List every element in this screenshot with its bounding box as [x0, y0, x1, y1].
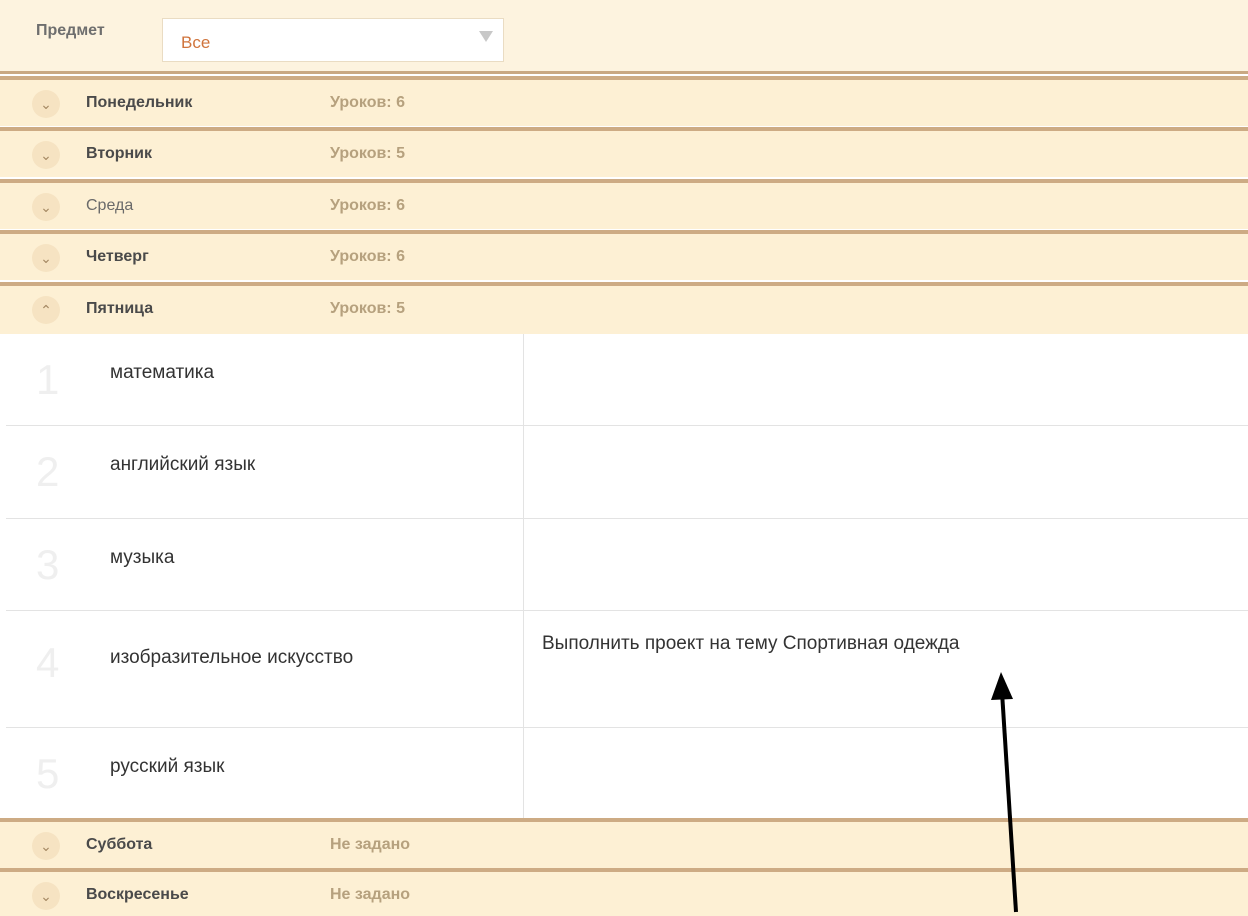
day-name: Воскресенье: [86, 886, 189, 903]
lesson-number: 3: [36, 541, 60, 588]
day-name: Среда: [86, 197, 134, 214]
lesson-count: Не задано: [330, 836, 411, 853]
lesson-number: 1: [36, 356, 60, 403]
chevron-down-icon: ⌄: [32, 90, 60, 118]
chevron-down-icon: ⌄: [32, 882, 60, 910]
subject-filter-label: Предмет: [36, 22, 105, 39]
lesson-count: Уроков: 5: [330, 300, 405, 317]
lesson-subject: изобразительное искусство: [110, 647, 354, 668]
friday-lessons-table: 1 математика 2 английский язык 3 музыка …: [6, 334, 1248, 820]
day-row-tuesday[interactable]: ⌄ Вторник Уроков: 5: [0, 127, 1248, 177]
column-divider: [523, 426, 524, 518]
lesson-number: 4: [36, 639, 60, 686]
chevron-up-icon: ⌃: [32, 296, 60, 324]
lesson-subject: русский язык: [110, 756, 225, 777]
column-divider: [523, 611, 524, 727]
lesson-count: Уроков: 5: [330, 145, 405, 162]
lesson-count: Не задано: [330, 886, 411, 903]
lesson-number: 5: [36, 750, 60, 797]
day-name: Четверг: [86, 248, 149, 265]
lesson-row: 4 изобразительное искусство Выполнить пр…: [6, 611, 1248, 728]
lesson-subject: музыка: [110, 547, 175, 568]
day-row-sunday[interactable]: ⌄ Воскресенье Не задано: [0, 868, 1248, 916]
lesson-count: Уроков: 6: [330, 94, 405, 111]
lesson-number: 2: [36, 448, 60, 495]
day-row-saturday[interactable]: ⌄ Суббота Не задано: [0, 818, 1248, 868]
lesson-count: Уроков: 6: [330, 248, 405, 265]
day-name: Пятница: [86, 300, 154, 317]
day-row-monday[interactable]: ⌄ Понедельник Уроков: 6: [0, 76, 1248, 126]
subject-filter-bar: Предмет Все: [0, 0, 1248, 74]
day-name: Понедельник: [86, 94, 193, 111]
lesson-row: 1 математика: [6, 334, 1248, 426]
lesson-subject: математика: [110, 362, 215, 383]
lesson-row: 2 английский язык: [6, 426, 1248, 519]
chevron-down-icon: ⌄: [32, 832, 60, 860]
day-row-thursday[interactable]: ⌄ Четверг Уроков: 6: [0, 230, 1248, 280]
column-divider: [523, 334, 524, 425]
day-name: Вторник: [86, 145, 153, 162]
day-name: Суббота: [86, 836, 153, 853]
column-divider: [523, 728, 524, 820]
lesson-subject: английский язык: [110, 454, 256, 475]
chevron-down-icon: ⌄: [32, 141, 60, 169]
day-row-wednesday[interactable]: ⌄ Среда Уроков: 6: [0, 179, 1248, 229]
lesson-row: 5 русский язык: [6, 728, 1248, 820]
lesson-row: 3 музыка: [6, 519, 1248, 611]
lesson-count: Уроков: 6: [330, 197, 405, 214]
subject-select[interactable]: Все: [162, 18, 504, 62]
dropdown-arrow-icon: [479, 31, 493, 42]
chevron-down-icon: ⌄: [32, 244, 60, 272]
chevron-down-icon: ⌄: [32, 193, 60, 221]
day-row-friday[interactable]: ⌃ Пятница Уроков: 5: [0, 282, 1248, 334]
subject-select-value: Все: [181, 33, 211, 52]
column-divider: [523, 519, 524, 610]
lesson-homework: Выполнить проект на тему Спортивная одеж…: [542, 633, 960, 654]
